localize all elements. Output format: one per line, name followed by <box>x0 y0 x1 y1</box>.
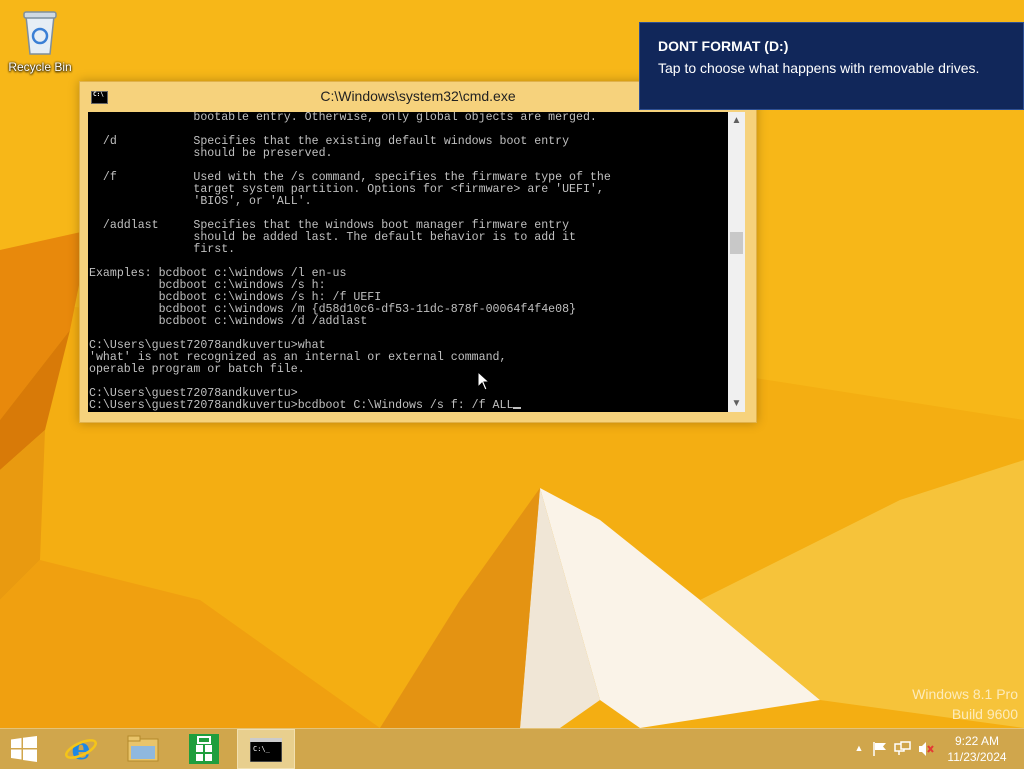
autoplay-notification[interactable]: DONT FORMAT (D:) Tap to choose what happ… <box>639 22 1024 110</box>
console-line: 'BIOS', or 'ALL'. <box>89 195 312 208</box>
console-line: operable program or batch file. <box>89 363 305 376</box>
recycle-bin-icon <box>23 11 57 55</box>
taskbar-clock[interactable]: 9:22 AM 11/23/2024 <box>942 733 1012 765</box>
console-line: bootable entry. Otherwise, only global o… <box>89 112 597 124</box>
console-output[interactable]: bootable entry. Otherwise, only global o… <box>88 112 728 412</box>
cmd-icon: C:\_ <box>250 738 282 762</box>
windows-version-watermark: Windows 8.1 Pro Build 9600 <box>912 684 1018 724</box>
watermark-build: Build 9600 <box>951 706 1018 722</box>
clock-date: 11/23/2024 <box>947 750 1007 764</box>
cmd-window[interactable]: C:\Windows\system32\cmd.exe bootable ent… <box>79 81 757 423</box>
taskbar: e C:\_ ▲ 9:22 AM 11/23/2024 <box>0 728 1024 769</box>
notification-body: Tap to choose what happens with removabl… <box>658 60 980 76</box>
show-hidden-icons-chevron-icon[interactable]: ▲ <box>852 743 866 759</box>
svg-text:e: e <box>71 732 90 766</box>
notification-title: DONT FORMAT (D:) <box>658 38 789 54</box>
desktop-icon-recycle-bin[interactable]: Recycle Bin <box>4 6 76 76</box>
system-tray: ▲ 9:22 AM 11/23/2024 <box>844 729 1024 769</box>
network-icon[interactable] <box>894 741 912 757</box>
volume-muted-icon[interactable] <box>918 741 934 757</box>
console-line: C:\Users\guest72078andkuvertu>bcdboot C:… <box>89 399 514 412</box>
scroll-up-arrow-icon[interactable]: ▲ <box>728 112 745 129</box>
scrollbar-thumb[interactable] <box>730 232 743 254</box>
text-cursor <box>513 407 522 409</box>
folder-icon <box>127 735 159 762</box>
desktop-icon-label: Recycle Bin <box>8 60 72 74</box>
store-icon <box>189 734 219 764</box>
console-line: bcdboot c:\windows /d /addlast <box>89 315 368 328</box>
start-button[interactable] <box>0 729 50 769</box>
mouse-cursor-icon <box>477 371 491 391</box>
console-line: first. <box>89 243 236 256</box>
console-text: bootable entry. Otherwise, only global o… <box>88 112 611 412</box>
watermark-edition: Windows 8.1 Pro <box>912 686 1018 702</box>
internet-explorer-icon: e <box>65 732 97 766</box>
clock-time: 9:22 AM <box>954 734 1000 748</box>
action-center-flag-icon[interactable] <box>872 741 888 757</box>
internet-explorer-button[interactable]: e <box>52 729 110 769</box>
scroll-down-arrow-icon[interactable]: ▼ <box>728 395 745 412</box>
svg-text:C:\_: C:\_ <box>253 745 271 753</box>
windows-logo-icon <box>11 736 37 762</box>
vertical-scrollbar[interactable]: ▲ ▼ <box>728 112 745 412</box>
store-button[interactable] <box>175 729 233 769</box>
cmd-taskbar-button[interactable]: C:\_ <box>237 729 295 769</box>
console-line: should be preserved. <box>89 147 333 160</box>
file-explorer-button[interactable] <box>114 729 172 769</box>
